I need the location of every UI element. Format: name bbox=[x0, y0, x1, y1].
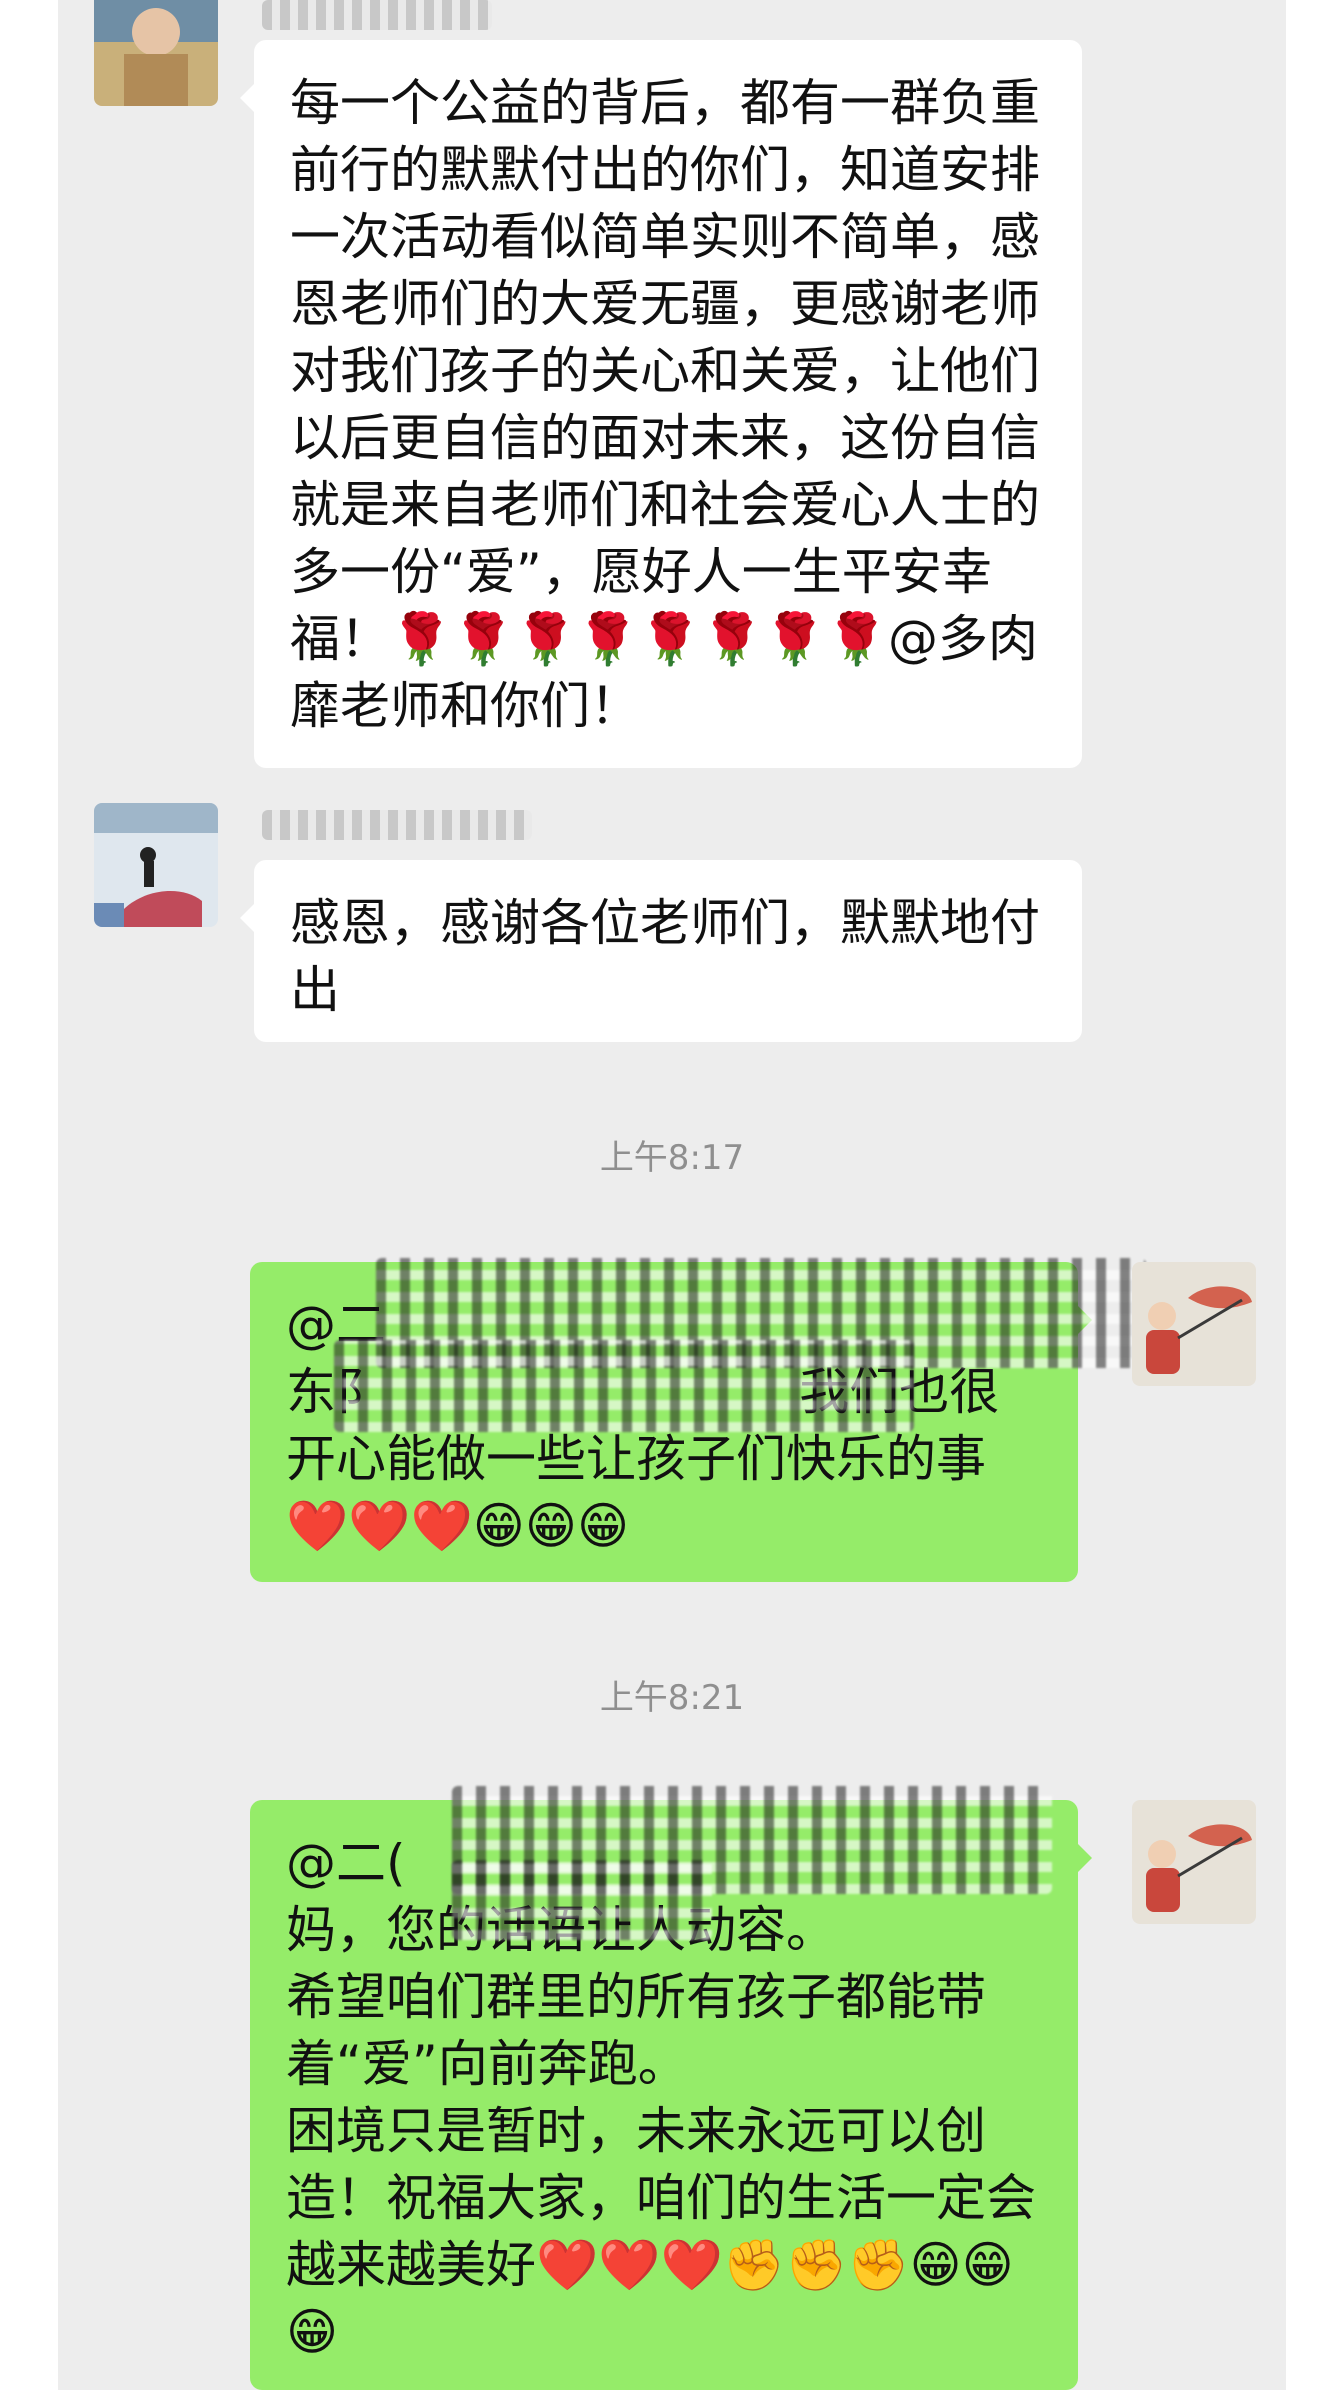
self-avatar[interactable] bbox=[1132, 1800, 1256, 1924]
timestamp: 上午8:21 bbox=[599, 1678, 745, 1718]
avatar-photo-icon bbox=[94, 0, 218, 106]
self-avatar[interactable] bbox=[1132, 1262, 1256, 1386]
chat-area[interactable]: 每一个公益的背后，都有一群负重前行的默默付出的你们，知道安排一次活动看似简单实则… bbox=[58, 0, 1286, 2390]
timestamp: 上午8:17 bbox=[599, 1138, 745, 1178]
message-bubble[interactable]: 每一个公益的背后，都有一群负重前行的默默付出的你们，知道安排一次活动看似简单实则… bbox=[240, 40, 1082, 768]
user-avatar[interactable] bbox=[94, 0, 218, 106]
message-bubble[interactable]: 感恩，感谢各位老师们，默默地付出 bbox=[240, 860, 1082, 1042]
sender-name-redacted bbox=[262, 810, 532, 840]
redaction bbox=[334, 1340, 914, 1432]
avatar-photo-icon bbox=[1132, 1800, 1256, 1924]
avatar-photo-icon bbox=[94, 803, 218, 927]
avatar-photo-icon bbox=[1132, 1262, 1256, 1386]
redaction bbox=[452, 1860, 712, 1940]
sender-name-redacted bbox=[262, 0, 492, 30]
user-avatar[interactable] bbox=[94, 803, 218, 927]
